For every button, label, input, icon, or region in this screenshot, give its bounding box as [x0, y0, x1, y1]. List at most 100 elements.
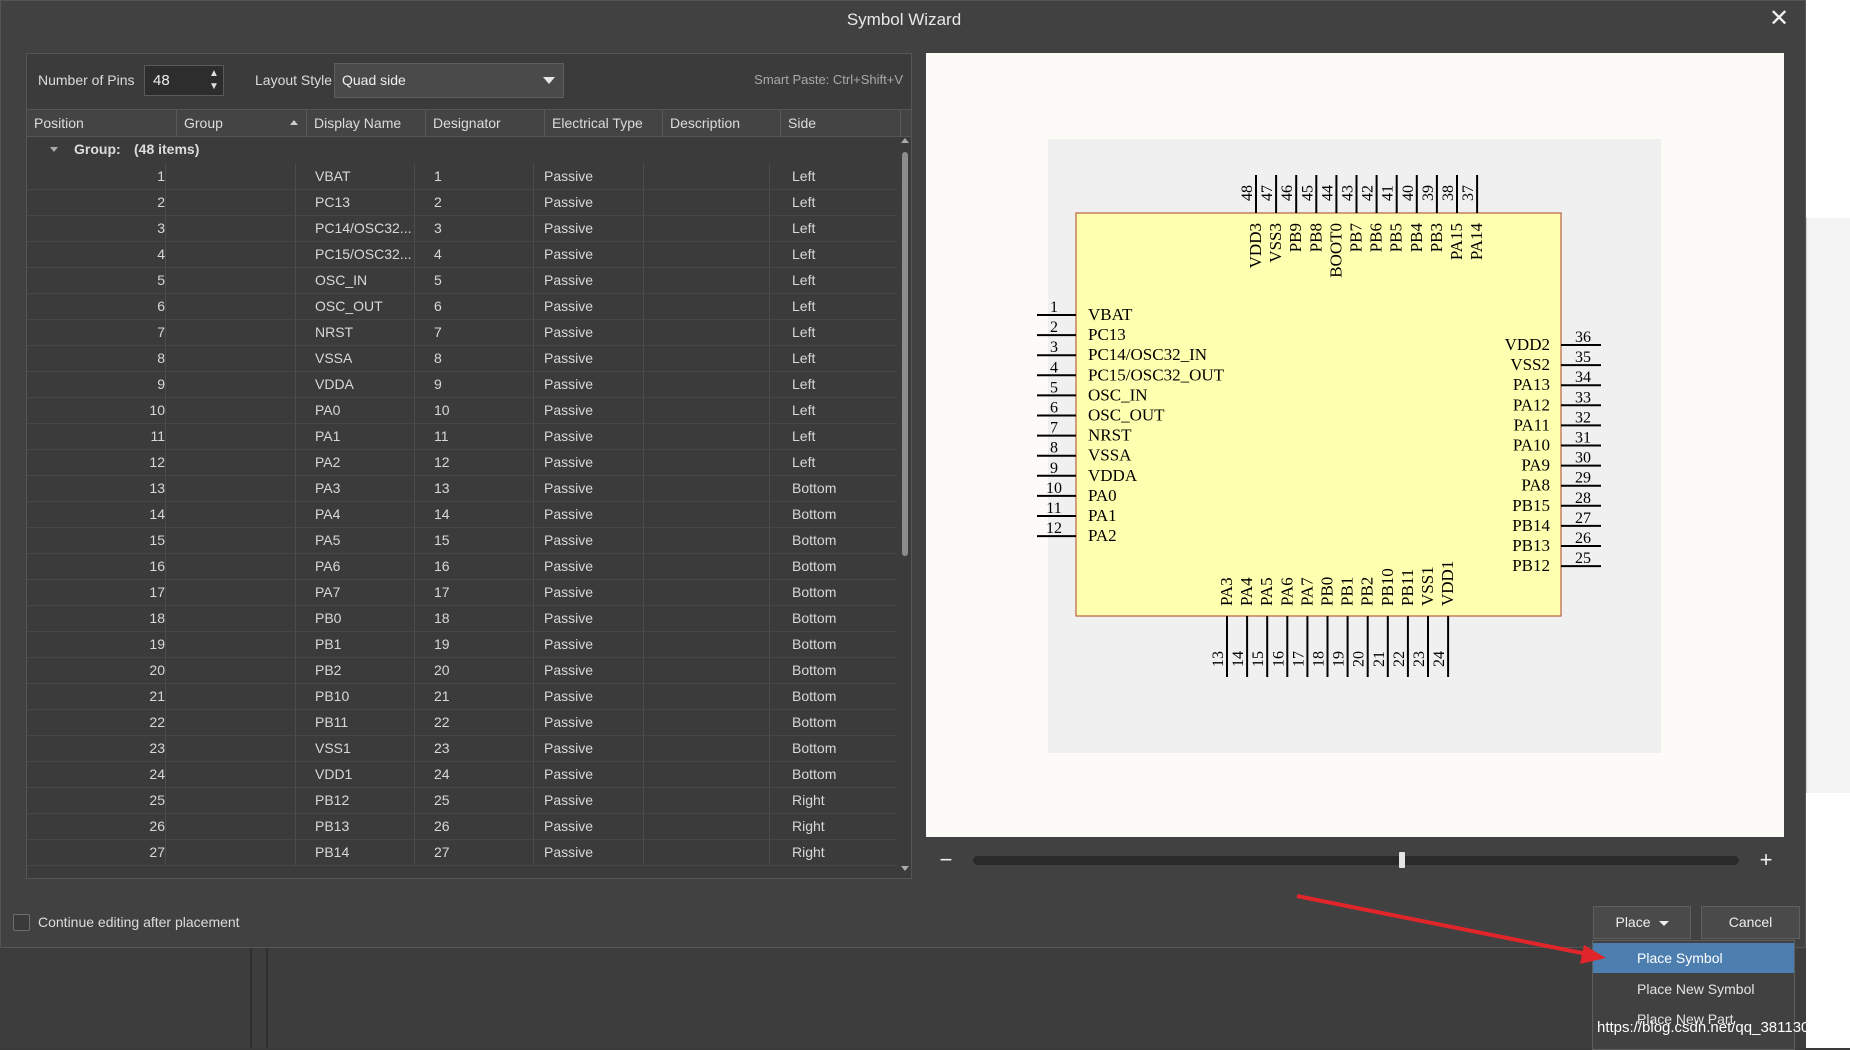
row-side[interactable]: Left — [784, 398, 884, 423]
pins-count-input[interactable]: 48 ▲ ▼ — [144, 65, 224, 96]
spin-down-icon[interactable]: ▼ — [208, 81, 220, 93]
row-position[interactable]: 12 — [27, 450, 166, 475]
row-group[interactable] — [177, 450, 296, 475]
table-scrollbar[interactable] — [900, 136, 910, 876]
menu-item-place-symbol[interactable]: Place Symbol — [1593, 943, 1794, 973]
row-display-name[interactable]: PA7 — [307, 580, 415, 605]
row-electrical-type[interactable]: Passive — [536, 554, 644, 579]
row-description[interactable] — [654, 346, 770, 371]
row-display-name[interactable]: VBAT — [307, 164, 415, 189]
table-row[interactable]: 2 PC13 2 Passive Left — [27, 190, 897, 216]
row-side[interactable]: Left — [784, 450, 884, 475]
row-side[interactable]: Left — [784, 164, 884, 189]
row-electrical-type[interactable]: Passive — [536, 528, 644, 553]
row-group[interactable] — [177, 762, 296, 787]
row-description[interactable] — [654, 190, 770, 215]
row-side[interactable]: Right — [784, 814, 884, 839]
row-group[interactable] — [177, 294, 296, 319]
row-side[interactable]: Left — [784, 320, 884, 345]
row-electrical-type[interactable]: Passive — [536, 320, 644, 345]
table-row[interactable]: 7 NRST 7 Passive Left — [27, 320, 897, 346]
row-side[interactable]: Right — [784, 788, 884, 813]
table-row[interactable]: 20 PB2 20 Passive Bottom — [27, 658, 897, 684]
row-group[interactable] — [177, 528, 296, 553]
row-position[interactable]: 2 — [27, 190, 166, 215]
row-display-name[interactable]: OSC_OUT — [307, 294, 415, 319]
row-group[interactable] — [177, 372, 296, 397]
row-electrical-type[interactable]: Passive — [536, 346, 644, 371]
row-designator[interactable]: 11 — [426, 424, 534, 449]
row-position[interactable]: 21 — [27, 684, 166, 709]
row-display-name[interactable]: VDDA — [307, 372, 415, 397]
row-electrical-type[interactable]: Passive — [536, 164, 644, 189]
scrollbar-thumb[interactable] — [902, 152, 908, 556]
row-designator[interactable]: 13 — [426, 476, 534, 501]
row-group[interactable] — [177, 216, 296, 241]
row-display-name[interactable]: PA4 — [307, 502, 415, 527]
row-designator[interactable]: 3 — [426, 216, 534, 241]
row-display-name[interactable]: NRST — [307, 320, 415, 345]
row-electrical-type[interactable]: Passive — [536, 658, 644, 683]
row-position[interactable]: 9 — [27, 372, 166, 397]
row-side[interactable]: Left — [784, 190, 884, 215]
row-side[interactable]: Left — [784, 372, 884, 397]
row-group[interactable] — [177, 476, 296, 501]
row-position[interactable]: 15 — [27, 528, 166, 553]
row-group[interactable] — [177, 320, 296, 345]
row-description[interactable] — [654, 424, 770, 449]
row-designator[interactable]: 14 — [426, 502, 534, 527]
table-row[interactable]: 19 PB1 19 Passive Bottom — [27, 632, 897, 658]
table-row[interactable]: 25 PB12 25 Passive Right — [27, 788, 897, 814]
row-designator[interactable]: 26 — [426, 814, 534, 839]
row-designator[interactable]: 18 — [426, 606, 534, 631]
row-electrical-type[interactable]: Passive — [536, 788, 644, 813]
row-designator[interactable]: 19 — [426, 632, 534, 657]
row-designator[interactable]: 1 — [426, 164, 534, 189]
column-header-side[interactable]: Side — [781, 110, 901, 136]
row-side[interactable]: Bottom — [784, 502, 884, 527]
row-description[interactable] — [654, 164, 770, 189]
row-electrical-type[interactable]: Passive — [536, 840, 644, 865]
row-group[interactable] — [177, 658, 296, 683]
row-electrical-type[interactable]: Passive — [536, 450, 644, 475]
row-display-name[interactable]: PA3 — [307, 476, 415, 501]
cancel-button[interactable]: Cancel — [1701, 906, 1800, 939]
zoom-out-button[interactable]: − — [936, 847, 956, 873]
row-electrical-type[interactable]: Passive — [536, 684, 644, 709]
row-description[interactable] — [654, 502, 770, 527]
row-electrical-type[interactable]: Passive — [536, 242, 644, 267]
row-side[interactable]: Bottom — [784, 632, 884, 657]
row-display-name[interactable]: PC15/OSC32... — [307, 242, 415, 267]
row-position[interactable]: 11 — [27, 424, 166, 449]
row-display-name[interactable]: OSC_IN — [307, 268, 415, 293]
row-display-name[interactable]: VDD1 — [307, 762, 415, 787]
row-side[interactable]: Bottom — [784, 736, 884, 761]
row-display-name[interactable]: PB0 — [307, 606, 415, 631]
row-electrical-type[interactable]: Passive — [536, 710, 644, 735]
row-display-name[interactable]: PB13 — [307, 814, 415, 839]
row-display-name[interactable]: PA6 — [307, 554, 415, 579]
row-side[interactable]: Bottom — [784, 476, 884, 501]
spin-up-icon[interactable]: ▲ — [208, 68, 220, 80]
row-description[interactable] — [654, 294, 770, 319]
scroll-down-icon[interactable] — [901, 866, 909, 871]
column-header-display-name[interactable]: Display Name — [307, 110, 426, 136]
table-row[interactable]: 22 PB11 22 Passive Bottom — [27, 710, 897, 736]
table-row[interactable]: 11 PA1 11 Passive Left — [27, 424, 897, 450]
menu-item-place-new-symbol[interactable]: Place New Symbol — [1593, 974, 1794, 1004]
table-row[interactable]: 4 PC15/OSC32... 4 Passive Left — [27, 242, 897, 268]
row-designator[interactable]: 15 — [426, 528, 534, 553]
row-display-name[interactable]: VSSA — [307, 346, 415, 371]
row-designator[interactable]: 17 — [426, 580, 534, 605]
row-electrical-type[interactable]: Passive — [536, 268, 644, 293]
row-position[interactable]: 24 — [27, 762, 166, 787]
row-display-name[interactable]: PC13 — [307, 190, 415, 215]
row-description[interactable] — [654, 762, 770, 787]
row-electrical-type[interactable]: Passive — [536, 372, 644, 397]
row-electrical-type[interactable]: Passive — [536, 190, 644, 215]
row-position[interactable]: 19 — [27, 632, 166, 657]
row-position[interactable]: 5 — [27, 268, 166, 293]
continue-editing-checkbox[interactable] — [13, 914, 30, 931]
row-description[interactable] — [654, 450, 770, 475]
row-description[interactable] — [654, 216, 770, 241]
